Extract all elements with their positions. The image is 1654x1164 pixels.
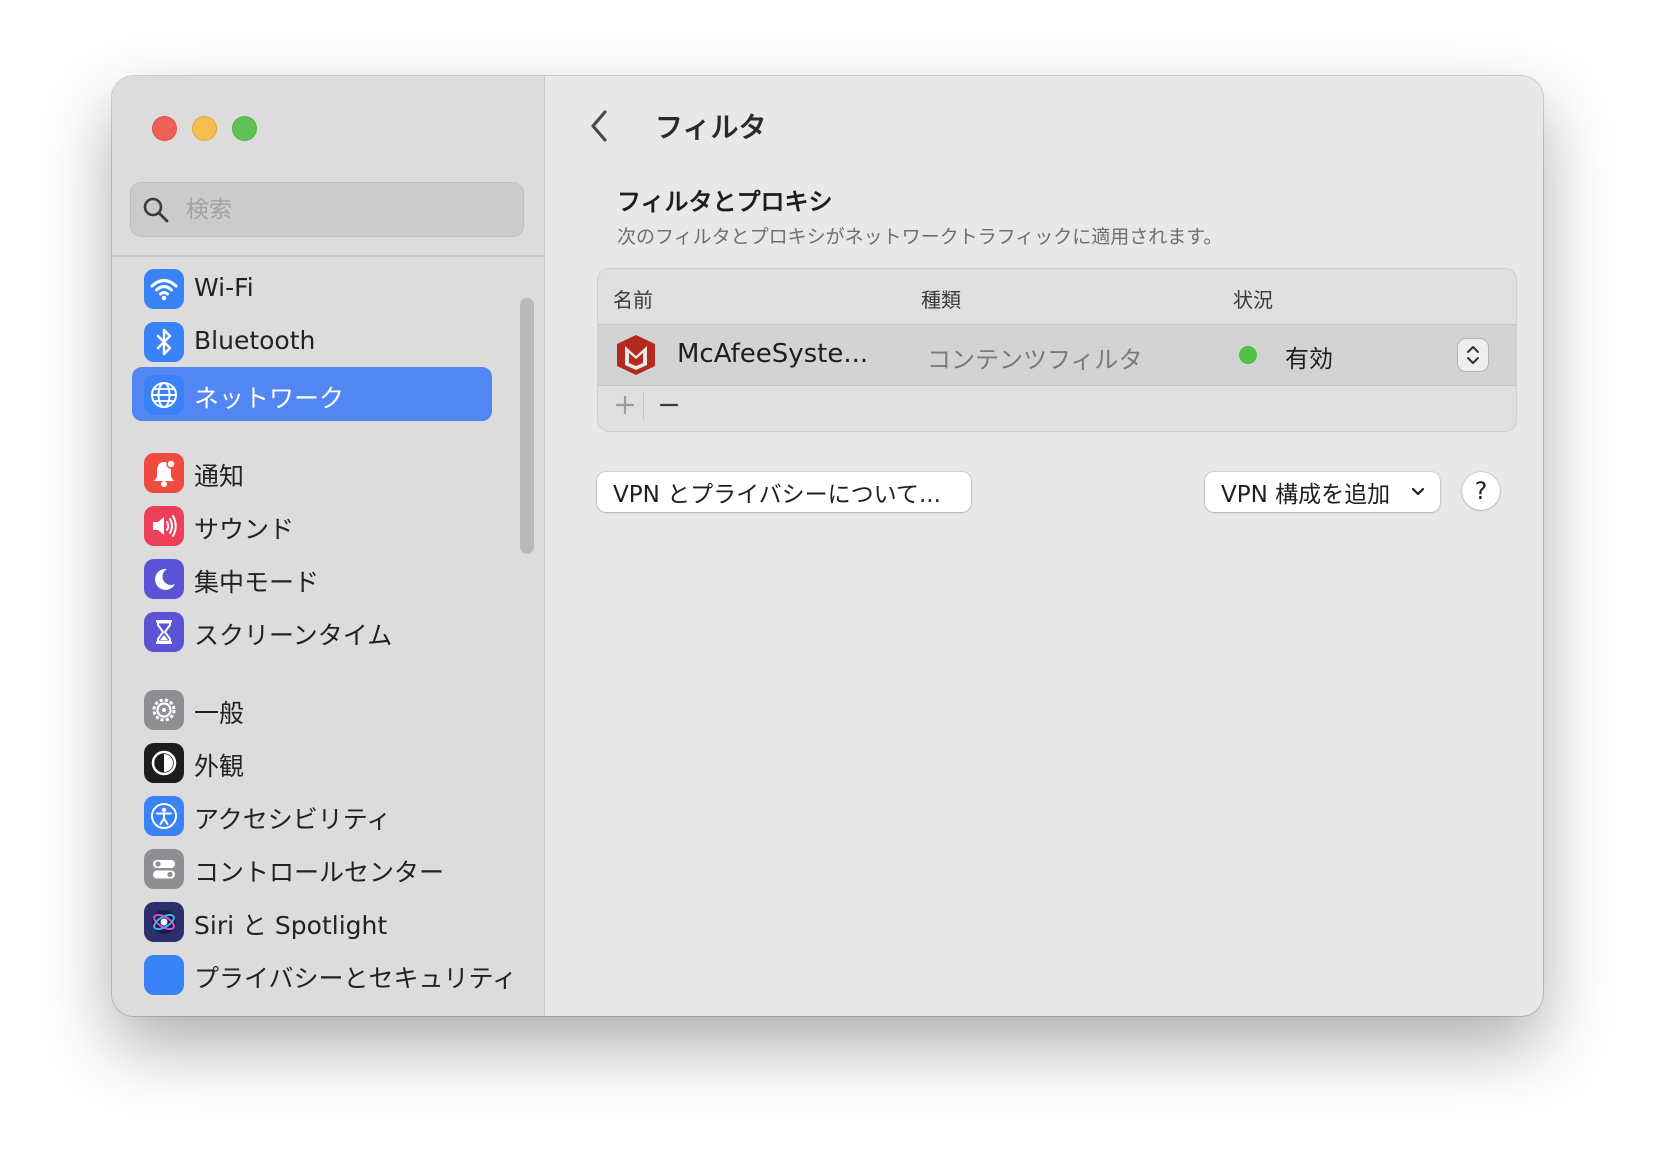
add-filter-button[interactable]	[607, 388, 643, 422]
status-popup-button[interactable]	[1458, 339, 1488, 371]
mcafee-logo-icon	[617, 335, 655, 375]
column-header-status[interactable]: 状況	[1233, 284, 1273, 313]
hourglass-icon	[144, 612, 184, 652]
content-pane: フィルタ フィルタとプロキシ 次のフィルタとプロキシがネットワークトラフィックに…	[545, 76, 1543, 1016]
sidebar-item-label: 集中モード	[194, 568, 320, 597]
sidebar-item-label: Bluetooth	[194, 326, 316, 355]
sidebar-item-network[interactable]: ネットワーク	[132, 367, 492, 421]
sidebar-item-siri-spotlight[interactable]: Siri と Spotlight	[132, 894, 492, 948]
status-indicator	[1239, 346, 1257, 364]
remove-filter-button[interactable]	[651, 388, 687, 422]
minimize-button[interactable]	[192, 116, 217, 141]
chevron-up-down-icon	[1467, 346, 1479, 364]
page-title: フィルタ	[655, 111, 767, 144]
zoom-button[interactable]	[232, 116, 257, 141]
globe-icon	[144, 375, 184, 415]
sidebar-item-accessibility[interactable]: アクセシビリティ	[132, 788, 492, 842]
sidebar-item-focus[interactable]: 集中モード	[132, 551, 492, 605]
sidebar-item-label: Wi-Fi	[194, 273, 254, 302]
help-button[interactable]: ?	[1462, 472, 1500, 510]
filters-table: 名前 種類 状況 McAfeeSyste... コンテンツフィルタ 有効	[597, 268, 1517, 432]
toolbar-divider	[643, 392, 644, 420]
add-vpn-label: VPN 構成を追加	[1221, 482, 1391, 508]
search-input[interactable]	[184, 190, 508, 230]
minus-icon	[659, 403, 679, 407]
bell-icon	[144, 453, 184, 493]
filter-type: コンテンツフィルタ	[927, 346, 1143, 374]
accessibility-icon	[144, 796, 184, 836]
back-button[interactable]	[581, 104, 619, 148]
sidebar-item-bluetooth[interactable]: Bluetooth	[132, 314, 492, 368]
sidebar-item-control-center[interactable]: コントロールセンター	[132, 841, 492, 895]
sidebar-item-label: アクセシビリティ	[194, 805, 392, 834]
sidebar-item-privacy-security[interactable]: プライバシーとセキュリティ	[132, 947, 517, 1001]
siri-icon	[144, 902, 184, 942]
sidebar-item-label: 一般	[194, 699, 245, 728]
section-subtitle: 次のフィルタとプロキシがネットワークトラフィックに適用されます。	[617, 226, 1223, 248]
sidebar-item-label: コントロールセンター	[194, 858, 445, 887]
sidebar-item-screen-time[interactable]: スクリーンタイム	[132, 604, 492, 658]
filter-name: McAfeeSyste...	[677, 339, 869, 369]
sidebar-item-sound[interactable]: サウンド	[132, 498, 492, 552]
control-center-icon	[144, 849, 184, 889]
chevron-left-icon	[591, 110, 607, 142]
gear-icon	[144, 690, 184, 730]
chevron-down-icon	[1411, 487, 1425, 496]
appearance-icon	[144, 743, 184, 783]
sidebar: Wi-Fi Bluetooth	[112, 76, 545, 1016]
sidebar-item-label: プライバシーとセキュリティ	[194, 964, 518, 993]
column-header-type[interactable]: 種類	[921, 284, 961, 313]
add-vpn-configuration-button[interactable]: VPN 構成を追加	[1205, 472, 1440, 512]
bluetooth-icon	[144, 322, 184, 362]
sidebar-item-label: ネットワーク	[194, 384, 345, 413]
wifi-icon	[144, 269, 184, 309]
section-title: フィルタとプロキシ	[617, 188, 833, 216]
privacy-hand-icon	[144, 955, 184, 995]
column-header-name[interactable]: 名前	[613, 284, 653, 313]
close-button[interactable]	[152, 116, 177, 141]
sidebar-item-label: 通知	[194, 462, 245, 491]
sidebar-item-appearance[interactable]: 外観	[132, 735, 492, 789]
filter-status: 有効	[1285, 345, 1333, 373]
vpn-privacy-button[interactable]: VPN とプライバシーについて...	[597, 472, 971, 512]
sidebar-item-label: サウンド	[194, 515, 295, 544]
settings-window: Wi-Fi Bluetooth	[112, 76, 1543, 1016]
sidebar-scrollbar[interactable]	[520, 298, 534, 554]
sidebar-item-label: Siri と Spotlight	[194, 911, 388, 940]
sidebar-item-general[interactable]: 一般	[132, 682, 492, 736]
search-field[interactable]	[130, 182, 524, 237]
table-row[interactable]: McAfeeSyste... コンテンツフィルタ 有効	[597, 324, 1517, 386]
sidebar-item-wifi[interactable]: Wi-Fi	[132, 261, 492, 315]
sidebar-item-notifications[interactable]: 通知	[132, 445, 492, 499]
sidebar-item-label: 外観	[194, 752, 245, 781]
moon-icon	[144, 559, 184, 599]
sidebar-item-label: スクリーンタイム	[194, 621, 393, 650]
plus-icon	[615, 395, 635, 415]
search-icon	[143, 197, 169, 223]
speaker-icon	[144, 506, 184, 546]
sidebar-list: Wi-Fi Bluetooth ネットワーク 通知 サウンド 集中モード スクリ…	[112, 257, 544, 1016]
